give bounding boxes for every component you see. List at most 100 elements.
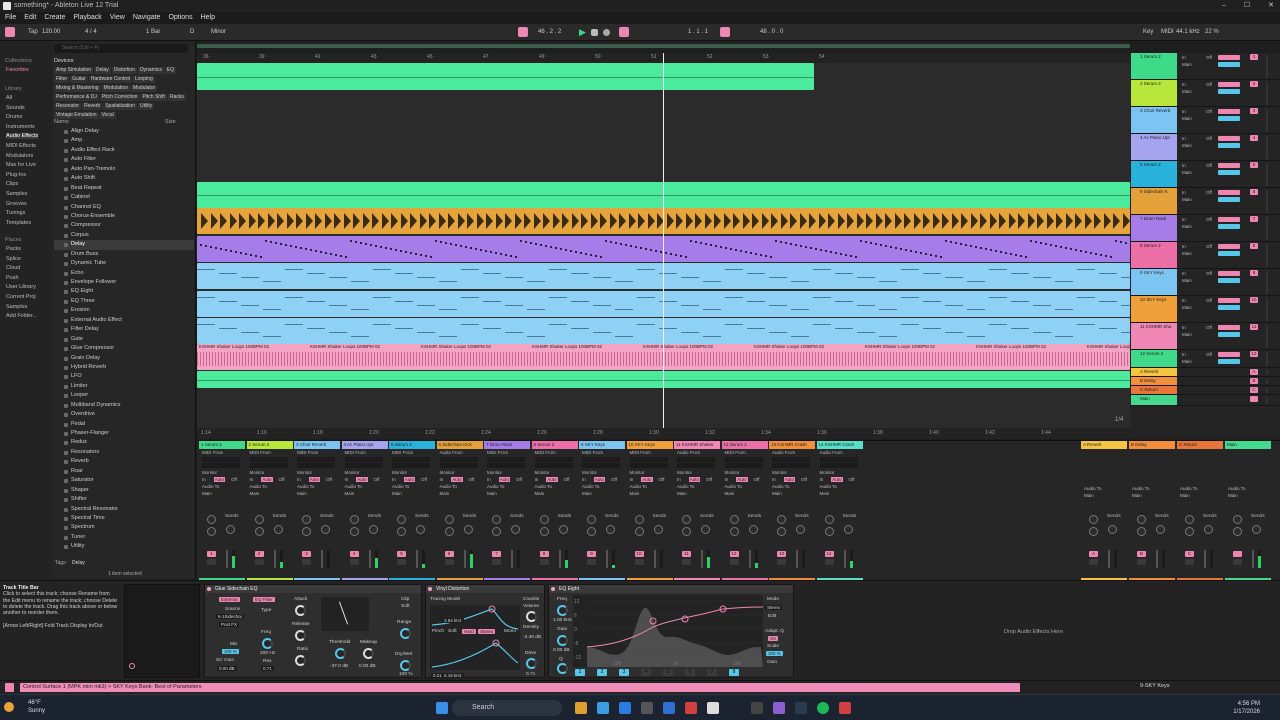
solo-button[interactable]	[539, 559, 549, 565]
send-a-knob[interactable]	[1137, 515, 1146, 524]
send-a-knob[interactable]	[539, 515, 549, 524]
tag-filter[interactable]: Pitch Correction	[99, 94, 140, 101]
list-item[interactable]: Cabinet	[54, 193, 194, 202]
track-output-label[interactable]: Main	[1182, 143, 1192, 148]
eq-spectrum-display[interactable]: 1260-6-121001k10k	[573, 595, 763, 667]
solo-button[interactable]	[444, 559, 454, 565]
send-b-knob[interactable]	[682, 527, 691, 536]
track-activator[interactable]: 6	[1250, 189, 1258, 195]
volume-fader[interactable]	[1252, 550, 1254, 568]
monitor-in[interactable]: In	[392, 477, 396, 482]
list-item[interactable]: Echo	[54, 269, 194, 278]
track-output-label[interactable]: Main	[1182, 224, 1192, 229]
output-select[interactable]: Main	[579, 490, 625, 497]
output-select[interactable]: Main	[389, 490, 435, 497]
close-button[interactable]: ✕	[1268, 0, 1274, 12]
monitor-switch[interactable]: In Auto Off	[579, 476, 625, 483]
track-output-label[interactable]: Main	[1182, 170, 1192, 175]
volume-fader[interactable]	[1204, 550, 1206, 568]
track-off-label[interactable]: Off	[1206, 190, 1212, 195]
song-position[interactable]: 46 . 2 . 2	[538, 28, 561, 37]
eq-band-toggle[interactable]: 8	[729, 669, 739, 676]
track-volume-field[interactable]	[1218, 325, 1240, 330]
file-explorer-icon[interactable]	[575, 702, 587, 714]
pan-knob[interactable]	[558, 525, 568, 534]
track-header[interactable]: 9 SKY Keys In Main Off 9	[1130, 269, 1280, 296]
send-b-knob[interactable]	[824, 527, 834, 536]
list-item[interactable]: Phaser-Flanger	[54, 429, 194, 438]
pan-knob[interactable]	[1204, 525, 1213, 534]
track-header[interactable]: 4 Ac Piano Upr In Main Off 4	[1130, 134, 1280, 161]
track-volume-field[interactable]	[1218, 136, 1240, 141]
track-activator[interactable]: C	[1250, 387, 1258, 393]
pan-knob[interactable]	[368, 525, 378, 534]
track-activator[interactable]: 12	[1250, 351, 1258, 357]
mixer-channel-strip[interactable]: 11 KSHMR Shaker Audio From Monitor In Auto Of…	[674, 441, 720, 581]
pinch-q[interactable]: 0.21	[431, 673, 444, 678]
input-channel-select[interactable]	[202, 463, 240, 468]
vinyl-device-title[interactable]: Vinyl Distortion	[426, 585, 544, 593]
monitor-in[interactable]: In	[582, 477, 586, 482]
track-activator[interactable]: 11	[1250, 324, 1258, 330]
mixer-channel-strip[interactable]: 4 Ac Piano Upr MIDI From Monitor In Auto Off A…	[341, 441, 388, 581]
monitor-off[interactable]: Off	[706, 477, 712, 482]
devices-label[interactable]: Devices	[54, 58, 74, 64]
send-b-knob[interactable]	[729, 527, 739, 536]
list-item[interactable]: Compressor	[54, 221, 194, 230]
tag-filter[interactable]: Mixing & Mastering	[54, 85, 101, 92]
track-off-label[interactable]: Off	[1206, 244, 1212, 249]
tag-filter[interactable]: Amp Simulation	[54, 67, 94, 74]
screen-recorder-icon[interactable]	[839, 702, 851, 714]
input-source-select[interactable]	[772, 457, 810, 462]
input-channel-select[interactable]	[582, 463, 620, 468]
monitor-auto[interactable]: Auto	[593, 477, 606, 482]
monitor-in[interactable]: In	[440, 477, 444, 482]
sc-freq-knob[interactable]	[262, 638, 273, 649]
mixer-channel-strip[interactable]: 8 Serum 2 MIDI From Monitor In Auto Off Audio …	[531, 441, 578, 581]
sidebar-item-tunings[interactable]: Tunings	[6, 210, 25, 216]
track-activator[interactable]: 3	[302, 551, 311, 557]
list-item[interactable]: Corpus	[54, 231, 194, 240]
track-header[interactable]: B Delay B	[1130, 377, 1280, 386]
stop-icon[interactable]	[591, 29, 598, 36]
send-b-knob[interactable]	[397, 527, 406, 536]
track-volume-field[interactable]	[1218, 82, 1240, 87]
threshold-knob[interactable]	[335, 648, 346, 659]
pan-field[interactable]	[1218, 116, 1240, 121]
volume-fader[interactable]	[368, 550, 371, 568]
windows-start-icon[interactable]	[436, 702, 448, 714]
track-activator[interactable]: 8	[1250, 243, 1258, 249]
input-channel-select[interactable]	[629, 463, 668, 468]
sidebar-favorites[interactable]: Favorites	[6, 67, 29, 73]
taskbar-search[interactable]: Search	[452, 700, 562, 716]
track-in-label[interactable]: In	[1182, 244, 1186, 249]
track-title[interactable]: A Reverb	[1131, 368, 1177, 376]
tag-filter[interactable]: Hardware Control	[88, 76, 132, 83]
list-item[interactable]: Envelope Follower	[54, 278, 194, 287]
output-select[interactable]: Main	[1081, 492, 1127, 499]
list-item[interactable]: Reverb	[54, 457, 194, 466]
arrangement-overview[interactable]	[197, 41, 1130, 53]
track-output-label[interactable]: Main	[1182, 116, 1192, 121]
sidebar-item-plug-ins[interactable]: Plug-Ins	[6, 172, 26, 178]
monitor-auto[interactable]: Auto	[783, 477, 796, 482]
menu-playback[interactable]: Playback	[73, 12, 101, 24]
input-source-select[interactable]	[724, 457, 763, 462]
channel-name[interactable]: 3 Choir Reverb	[294, 441, 340, 449]
volume-fader[interactable]	[1156, 550, 1158, 568]
track-activator[interactable]: 6	[444, 551, 454, 557]
channel-name[interactable]: 11 KSHMR Shaker	[674, 441, 720, 449]
track-activator[interactable]: B	[1137, 551, 1146, 557]
monitor-in[interactable]: In	[487, 477, 491, 482]
pan-knob[interactable]	[748, 525, 758, 534]
send-b-knob[interactable]	[444, 527, 454, 536]
channel-name[interactable]: B Delay	[1129, 441, 1175, 449]
monitor-in[interactable]: In	[202, 477, 206, 482]
list-item[interactable]: Pedal	[54, 420, 194, 429]
list-item[interactable]: Erosion	[54, 306, 194, 315]
track-output-label[interactable]: Main	[1182, 251, 1192, 256]
track-header[interactable]: 11 KSHMR Sha In Main Off 11	[1130, 323, 1280, 350]
store-icon[interactable]	[619, 702, 631, 714]
channel-name[interactable]: 13 KSHMR Crash	[769, 441, 815, 449]
mixer-channel-strip[interactable]: B Delay Audio To Main Sends B	[1129, 441, 1175, 581]
